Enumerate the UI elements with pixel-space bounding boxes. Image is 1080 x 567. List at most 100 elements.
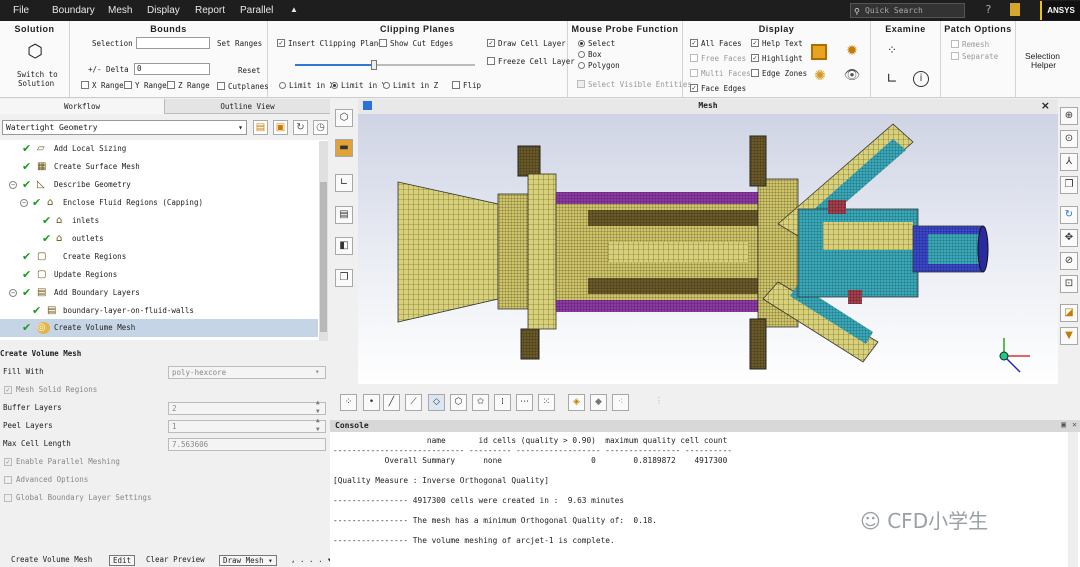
folder-icon[interactable]: ▤ — [253, 120, 268, 135]
zone-icon[interactable]: ⁞ — [494, 394, 511, 411]
nodes-icon[interactable]: ⁘ — [883, 41, 901, 59]
draw-mesh-button[interactable]: Draw Mesh ▾ — [219, 555, 277, 566]
menu-parallel[interactable]: Parallel — [240, 5, 273, 16]
edge-icon[interactable]: ⟋ — [405, 394, 422, 411]
tree-item[interactable]: ✔ ▢ Create Regions — [0, 248, 318, 266]
collapse-icon[interactable]: − — [9, 289, 17, 297]
history-icon[interactable]: ◷ — [313, 120, 328, 135]
cube-view-icon[interactable]: ⬡ — [335, 109, 353, 127]
limit-y-radio[interactable] — [331, 82, 338, 89]
book-icon[interactable] — [1010, 3, 1020, 16]
refresh-icon[interactable]: ↻ — [293, 120, 308, 135]
visibility-icon[interactable]: 👁 — [843, 67, 861, 85]
quick-search-input[interactable]: ⚲ Quick Search — [850, 3, 965, 18]
pan-icon[interactable]: ✥ — [1060, 229, 1078, 247]
zoom-box-icon[interactable]: ⊡ — [1060, 275, 1078, 293]
x-range-checkbox[interactable] — [81, 81, 89, 89]
fill-with-select[interactable]: poly-hexcore — [168, 366, 326, 379]
solution-label[interactable]: Solution — [18, 79, 54, 88]
rotate-icon[interactable]: ↻ — [1060, 206, 1078, 224]
layers-icon[interactable]: ◧ — [335, 237, 353, 255]
console-scrollbar[interactable] — [1068, 432, 1078, 567]
flip-checkbox[interactable] — [452, 81, 460, 89]
line-icon[interactable]: ╱ — [383, 394, 400, 411]
menu-mesh[interactable]: Mesh — [108, 5, 132, 16]
delta-input[interactable]: 0 — [134, 63, 210, 75]
menu-report[interactable]: Report — [195, 5, 225, 16]
zoom-area-icon[interactable]: ⊘ — [1060, 252, 1078, 270]
mesh-toggle-icon[interactable]: ▬ — [335, 139, 353, 157]
help-icon[interactable]: ? — [985, 3, 992, 16]
edit-button[interactable]: Edit — [109, 555, 136, 566]
page-icon[interactable]: ❐ — [1060, 176, 1078, 194]
y-range-checkbox[interactable] — [124, 81, 132, 89]
point-icon[interactable]: • — [363, 394, 380, 411]
save-icon[interactable]: ▣ — [273, 120, 288, 135]
global-bl-checkbox[interactable] — [4, 494, 12, 502]
z-range-checkbox[interactable] — [167, 81, 175, 89]
menu-display[interactable]: Display — [147, 5, 180, 16]
select-visible-checkbox[interactable] — [577, 80, 585, 88]
tree-item[interactable]: − ✔ ⌂ Enclose Fluid Regions (Capping) — [0, 194, 318, 212]
separate-checkbox[interactable] — [951, 52, 959, 60]
multi-faces-checkbox[interactable] — [690, 69, 698, 77]
tab-workflow[interactable]: Workflow — [0, 99, 165, 114]
limit-x-radio[interactable] — [279, 82, 286, 89]
reset-button[interactable]: Reset — [238, 66, 261, 75]
freeze-cell-layer-checkbox[interactable] — [487, 57, 495, 65]
close-icon[interactable]: × — [1041, 99, 1050, 112]
maximize-icon[interactable]: ▣ — [1061, 420, 1066, 429]
filter-icon[interactable]: ▼ — [1060, 327, 1078, 345]
document-icon[interactable]: ▤ — [335, 206, 353, 224]
selection-helper-label2[interactable]: Helper — [1031, 60, 1056, 70]
tree-item[interactable]: − ✔ ◺ Describe Geometry — [0, 176, 318, 194]
limit-z-radio[interactable] — [383, 82, 390, 89]
edge-zones-checkbox[interactable] — [751, 69, 759, 77]
peel-layers-input[interactable]: 1 — [168, 420, 326, 433]
create-volume-mesh-button[interactable]: Create Volume Mesh — [8, 555, 95, 566]
axes-view-icon[interactable]: ⅄ — [1060, 153, 1078, 171]
set-ranges-button[interactable]: Set Ranges — [217, 39, 262, 48]
tree-item[interactable]: ✔ ▱ Add Local Sizing — [0, 140, 318, 158]
node-link-icon[interactable]: ⋯ — [516, 394, 533, 411]
zoom-in-icon[interactable]: ⊕ — [1060, 107, 1078, 125]
spinner-icon[interactable]: ▲ ▼ — [316, 416, 320, 434]
workflow-type-select[interactable]: Watertight Geometry ▾ — [2, 120, 247, 135]
cell-icon[interactable]: ⬡ — [450, 394, 467, 411]
parallel-checkbox[interactable]: ✓ — [4, 458, 12, 466]
zoom-fit-icon[interactable]: ⊙ — [1060, 130, 1078, 148]
show-cut-edges-checkbox[interactable] — [379, 39, 387, 47]
face-icon[interactable]: ◇ — [428, 394, 445, 411]
cube-icon[interactable]: ⬡ — [24, 41, 46, 63]
tree-item[interactable]: ✔ ▦ Create Surface Mesh — [0, 158, 318, 176]
gear-icon[interactable]: ✹ — [843, 42, 861, 60]
free-faces-checkbox[interactable] — [690, 54, 698, 62]
buffer-layers-input[interactable]: 2 — [168, 402, 326, 415]
tree-item[interactable]: ✔ ▤ boundary-layer-on-fluid-walls — [0, 302, 318, 320]
tree-item[interactable]: ✔ ⌂ inlets — [0, 212, 318, 230]
help-text-checkbox[interactable]: ✓ — [751, 39, 759, 47]
light-icon[interactable]: ✺ — [811, 67, 829, 85]
measure-icon[interactable]: ∟ — [883, 70, 901, 88]
axes-icon[interactable]: ∟ — [335, 174, 353, 192]
clip-slider-handle[interactable] — [371, 60, 377, 70]
console-output[interactable]: name id cells (quality > 0.90) maximum q… — [330, 432, 1080, 567]
cutplanes-checkbox[interactable] — [217, 82, 225, 90]
tree-item[interactable]: ✔ ⌂ outlets — [0, 230, 318, 248]
more-button[interactable]: , . . . ▾ — [288, 555, 335, 566]
selection-input[interactable] — [136, 37, 210, 49]
object-icon[interactable]: ✿ — [472, 394, 489, 411]
advanced-checkbox[interactable] — [4, 476, 12, 484]
close-console-icon[interactable]: ✕ — [1072, 420, 1077, 429]
clear-preview-button[interactable]: Clear Preview — [143, 555, 208, 566]
more-tools-icon[interactable]: ⋮ — [655, 396, 663, 405]
tree-scrollbar-thumb[interactable] — [320, 182, 327, 332]
collapse-icon[interactable]: − — [20, 199, 28, 207]
scatter-icon[interactable]: ⁖ — [612, 394, 629, 411]
graphics-viewport[interactable] — [358, 114, 1058, 384]
tree-item[interactable]: ✔ ▢ Update Regions — [0, 266, 318, 284]
draw-cell-layer-checkbox[interactable]: ✓ — [487, 39, 495, 47]
volume-icon[interactable]: ◆ — [590, 394, 607, 411]
copy-icon[interactable]: ❐ — [335, 269, 353, 287]
spinner-icon[interactable]: ▲ ▼ — [316, 398, 320, 416]
